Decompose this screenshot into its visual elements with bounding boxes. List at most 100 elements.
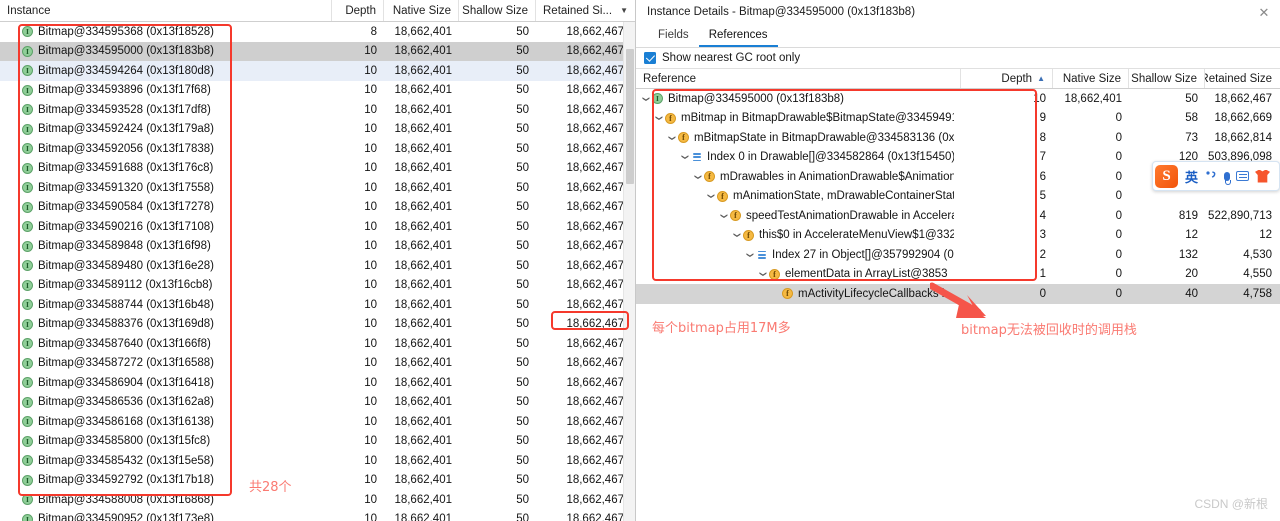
instance-row[interactable]: I Bitmap@334586168 (0x13f16138) 10 18,662,4… — [0, 412, 635, 432]
reference-cell: ❯ f mAnimationState, mDrawableContainerSta… — [636, 190, 961, 202]
chevron-down-icon[interactable]: ❯ — [757, 268, 769, 280]
shallow-size-cell-label: 50 — [516, 123, 529, 136]
chevron-down-icon[interactable]: ❯ — [731, 229, 743, 241]
depth-cell-label: 10 — [364, 474, 377, 487]
punctuation-icon[interactable] — [1201, 170, 1221, 182]
instance-row[interactable]: I Bitmap@334585432 (0x13f15e58) 10 18,662,4… — [0, 451, 635, 471]
instance-icon: I — [22, 84, 33, 96]
instance-list-scrollbar-thumb[interactable] — [626, 49, 634, 184]
reference-tree-row[interactable]: ❯ f speedTestAnimationDrawable in Accelera… — [636, 206, 1280, 226]
instance-row[interactable]: I Bitmap@334590216 (0x13f17108) 10 18,662,4… — [0, 217, 635, 237]
instance-row[interactable]: I Bitmap@334592424 (0x13f179a8) 10 18,662,4… — [0, 120, 635, 140]
column-header-instance[interactable]: Instance — [0, 0, 332, 21]
tab-references[interactable]: References — [698, 29, 778, 47]
column-header-shallow-size[interactable]: Shallow Size — [459, 0, 536, 21]
instance-row[interactable]: I Bitmap@334593528 (0x13f17df8) 10 18,662,4… — [0, 100, 635, 120]
show-nearest-gc-root-row[interactable]: Show nearest GC root only — [636, 48, 1280, 68]
instance-list-body[interactable]: I Bitmap@334595368 (0x13f18528) 8 18,662,40… — [0, 22, 635, 521]
instance-row[interactable]: I Bitmap@334595368 (0x13f18528) 8 18,662,40… — [0, 22, 635, 42]
instance-row[interactable]: I Bitmap@334589112 (0x13f16cb8) 10 18,662,4… — [0, 276, 635, 296]
retained-size-cell: 18,662,467 — [536, 45, 635, 57]
column-header-native-size-ref-label: Native Size — [1062, 72, 1121, 85]
tab-fields[interactable]: Fields — [648, 29, 699, 47]
instance-row[interactable]: I Bitmap@334585800 (0x13f15fc8) 10 18,662,4… — [0, 432, 635, 452]
instance-row[interactable]: I Bitmap@334592056 (0x13f17838) 10 18,662,4… — [0, 139, 635, 159]
depth-cell: 10 — [332, 318, 384, 330]
column-header-shallow-size-ref[interactable]: Shallow Size — [1129, 69, 1205, 88]
instance-row[interactable]: I Bitmap@334591320 (0x13f17558) 10 18,662,4… — [0, 178, 635, 198]
column-header-depth-ref[interactable]: Depth ▲ — [961, 69, 1053, 88]
column-header-native-size-ref[interactable]: Native Size — [1053, 69, 1129, 88]
instance-name-label: Bitmap@334589848 (0x13f16f98) — [38, 240, 211, 253]
reference-tree-row[interactable]: ❯fmActivityLifecycleCallbacks i00404,758 — [636, 284, 1280, 304]
native-size-cell: 0 — [1053, 249, 1129, 261]
instance-row[interactable]: I Bitmap@334592792 (0x13f17b18) 10 18,662,4… — [0, 471, 635, 491]
native-size-cell: 18,662,401 — [384, 416, 459, 428]
column-header-retained-size[interactable]: Retained Si... ▼ — [536, 0, 635, 21]
checkbox-checked-icon[interactable] — [644, 52, 656, 64]
instance-row[interactable]: I Bitmap@334589848 (0x13f16f98) 10 18,662,4… — [0, 237, 635, 257]
retained-size-cell-label: 4,550 — [1243, 268, 1272, 281]
retained-size-cell-label: 18,662,467 — [566, 415, 624, 428]
array-index-icon — [756, 249, 767, 260]
ime-mode-icon[interactable]: 英 — [1182, 167, 1201, 186]
instance-row[interactable]: I Bitmap@334595000 (0x13f183b8) 10 18,662,4… — [0, 41, 635, 61]
chevron-down-icon[interactable]: ❯ — [744, 249, 756, 261]
ime-toolbar[interactable]: S 英 — [1152, 161, 1280, 191]
shallow-size-cell: 50 — [459, 357, 536, 369]
instance-icon: I — [22, 357, 33, 369]
shallow-size-cell: 50 — [459, 143, 536, 155]
instance-row[interactable]: I Bitmap@334587640 (0x13f166f8) 10 18,662,4… — [0, 334, 635, 354]
column-header-reference[interactable]: Reference — [636, 69, 961, 88]
instance-row[interactable]: I Bitmap@334588744 (0x13f16b48) 10 18,662,4… — [0, 295, 635, 315]
instance-row[interactable]: I Bitmap@334593896 (0x13f17f68) 10 18,662,4… — [0, 81, 635, 101]
chevron-down-icon[interactable]: ❯ — [718, 210, 730, 222]
reference-tree-row[interactable]: ❯ f elementData in ArrayList@3853 1 0 20 4,550 — [636, 265, 1280, 285]
soft-keyboard-icon[interactable] — [1233, 171, 1252, 181]
shallow-size-cell-label: 50 — [516, 493, 529, 506]
column-header-native-size[interactable]: Native Size — [384, 0, 459, 21]
column-header-retained-size-ref[interactable]: Retained Size — [1205, 69, 1280, 88]
instance-row[interactable]: I Bitmap@334591688 (0x13f176c8) 10 18,662,4… — [0, 159, 635, 179]
native-size-cell: 18,662,401 — [384, 45, 459, 57]
close-icon[interactable]: ✕ — [1256, 4, 1272, 20]
depth-cell-label: 10 — [364, 84, 377, 97]
sogou-logo-icon[interactable]: S — [1155, 164, 1178, 188]
depth-cell: 10 — [332, 455, 384, 467]
shallow-size-cell: 58 — [1129, 112, 1205, 124]
column-header-depth[interactable]: Depth — [332, 0, 384, 21]
reference-tree-row[interactable]: ❯ f mBitmapState in BitmapDrawable@3345831… — [636, 128, 1280, 148]
native-size-cell: 0 — [1053, 132, 1129, 144]
instance-row[interactable]: I Bitmap@334588376 (0x13f169d8) 10 18,662,4… — [0, 315, 635, 335]
retained-size-cell-label: 18,662,467 — [566, 396, 624, 409]
native-size-cell-label: 18,662,401 — [394, 64, 452, 77]
instance-row[interactable]: I Bitmap@334586536 (0x13f162a8) 10 18,662,4… — [0, 393, 635, 413]
instance-row[interactable]: I Bitmap@334587272 (0x13f16588) 10 18,662,4… — [0, 354, 635, 374]
chevron-down-icon[interactable]: ❯ — [653, 112, 665, 124]
skin-icon[interactable] — [1252, 169, 1273, 183]
instance-row[interactable]: I Bitmap@334589480 (0x13f16e28) 10 18,662,4… — [0, 256, 635, 276]
instance-row[interactable]: I Bitmap@334590584 (0x13f17278) 10 18,662,4… — [0, 198, 635, 218]
instance-row[interactable]: I Bitmap@334594264 (0x13f180d8) 10 18,662,4… — [0, 61, 635, 81]
instance-list-scrollbar[interactable] — [623, 22, 635, 521]
native-size-cell: 0 — [1053, 210, 1129, 222]
instance-row[interactable]: I Bitmap@334590952 (0x13f173e8) 10 18,662,4… — [0, 510, 635, 521]
instance-row[interactable]: I Bitmap@334586904 (0x13f16418) 10 18,662,4… — [0, 373, 635, 393]
voice-input-icon[interactable] — [1221, 171, 1233, 185]
native-size-cell: 18,662,401 — [384, 240, 459, 252]
chevron-down-icon[interactable]: ❯ — [666, 132, 678, 144]
instance-row[interactable]: I Bitmap@334588008 (0x13f16868) 10 18,662,4… — [0, 490, 635, 510]
retained-size-cell-label: 18,662,467 — [566, 259, 624, 272]
reference-tree-row[interactable]: ❯ f mBitmap in BitmapDrawable$BitmapState@… — [636, 109, 1280, 129]
chevron-down-icon[interactable]: ❯ — [640, 93, 652, 105]
chevron-down-icon[interactable]: ❯ — [692, 171, 704, 183]
reference-tree-row[interactable]: ❯ f this$0 in AccelerateMenuView$1@332 3 0 12… — [636, 226, 1280, 246]
references-tree-body[interactable]: ❯ I Bitmap@334595000 (0x13f183b8) 10 18,662,… — [636, 89, 1280, 304]
shallow-size-cell: 50 — [459, 84, 536, 96]
reference-tree-row[interactable]: ❯ Index 27 in Object[]@357992904 (0 2 0 132 4… — [636, 245, 1280, 265]
chevron-down-icon[interactable]: ❯ — [679, 151, 691, 163]
chevron-down-icon[interactable]: ❯ — [705, 190, 717, 202]
column-header-depth-label: Depth — [345, 4, 376, 17]
reference-tree-row[interactable]: ❯ I Bitmap@334595000 (0x13f183b8) 10 18,662,… — [636, 89, 1280, 109]
native-size-cell: 18,662,401 — [384, 260, 459, 272]
